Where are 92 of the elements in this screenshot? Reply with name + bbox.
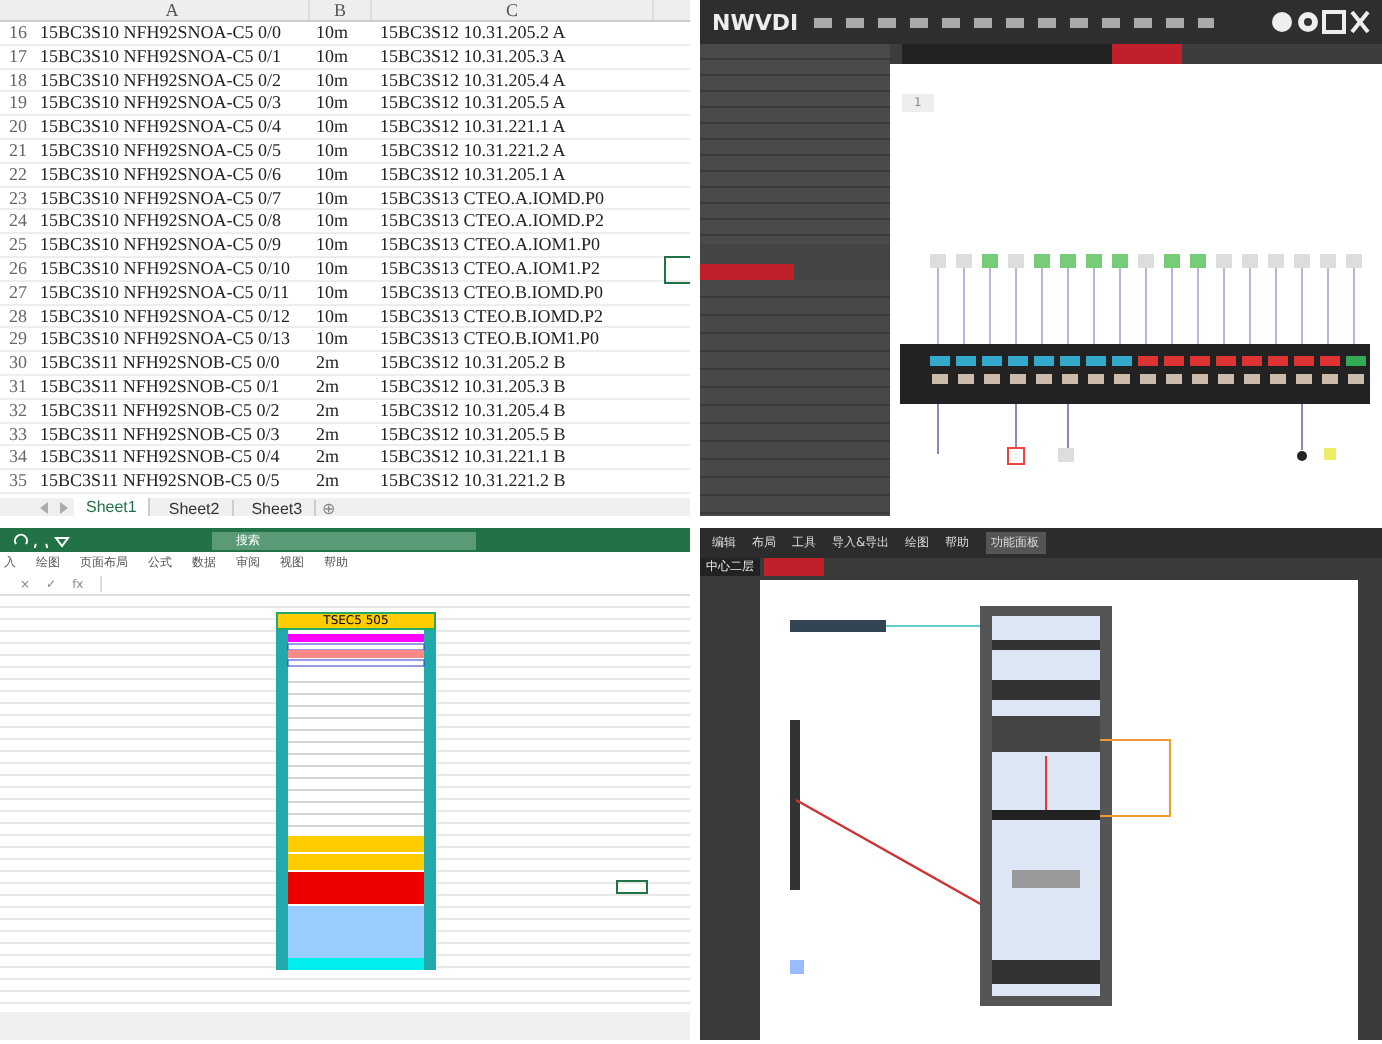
table-cell-text: 10m (314, 328, 351, 351)
row-number: 28 (7, 305, 29, 327)
table-cell-text: 10m (314, 45, 351, 68)
table-cell-text: 2m (314, 423, 342, 445)
table-cell-text: 15BC3S12 10.31.205.4 B (378, 399, 568, 422)
sheet-tab[interactable]: Sheet3 (239, 499, 317, 516)
table-cell-text: 15BC3S12 10.31.205.3 B (378, 375, 568, 398)
table-cell-text: 10m (314, 305, 351, 327)
table-cell-text: 15BC3S12 10.31.205.5 B (378, 423, 568, 445)
column-header[interactable]: B (310, 0, 372, 20)
table-cell-text: 15BC3S13 CTEO.B.IOMD.P0 (378, 281, 606, 304)
sheet-nav-icon[interactable] (40, 502, 68, 515)
table-cell-text: 10m (314, 257, 351, 280)
table-cell-text: 15BC3S10 NFH92SNOA-C5 0/3 (38, 92, 284, 115)
row-number: 20 (7, 116, 29, 138)
table-cell-text: 15BC3S10 NFH92SNOA-C5 0/6 (38, 163, 284, 186)
row-number: 31 (7, 375, 29, 398)
row-number: 21 (7, 139, 29, 162)
toolbar-icons-drawing[interactable] (1270, 10, 1370, 34)
table-cell-text: 15BC3S10 NFH92SNOA-C5 0/1 (38, 45, 284, 68)
row-number: 17 (7, 45, 29, 68)
row-number: 29 (7, 328, 29, 351)
column-header[interactable]: C (372, 0, 654, 20)
table-cell-text: 15BC3S12 10.31.205.1 A (378, 163, 568, 186)
table-cell-text: 15BC3S13 CTEO.A.IOM1.P2 (378, 257, 603, 280)
table-cell-text: 15BC3S12 10.31.205.4 A (378, 69, 568, 91)
table-cell-text: 2m (314, 446, 342, 469)
table-cell-text: 10m (314, 116, 351, 138)
row-number: 24 (7, 210, 29, 233)
app-logo: NWVDI (712, 9, 799, 35)
table-cell-text: 15BC3S12 10.31.205.3 A (378, 45, 568, 68)
table-cell-text: 15BC3S11 NFH92SNOB-C5 0/2 (38, 399, 282, 422)
table-cell-text: 15BC3S11 NFH92SNOB-C5 0/5 (38, 470, 282, 492)
column-header[interactable]: A (36, 0, 310, 20)
table-cell-text: 2m (314, 470, 342, 492)
sheet-tab[interactable]: Sheet1 (74, 497, 151, 516)
table-cell-text: 15BC3S12 10.31.205.2 B (378, 352, 568, 374)
table-cell-text: 15BC3S13 CTEO.B.IOM1.P0 (378, 328, 602, 351)
table-cell-text: 10m (314, 187, 351, 209)
row-number: 26 (7, 257, 29, 280)
table-cell-text: 15BC3S10 NFH92SNOA-C5 0/7 (38, 187, 284, 209)
row-number: 34 (7, 446, 29, 469)
table-cell-text: 15BC3S11 NFH92SNOB-C5 0/0 (38, 352, 282, 374)
table-cell-text: 2m (314, 399, 342, 422)
row-number: 19 (7, 92, 29, 115)
table-cell-text: 15BC3S10 NFH92SNOA-C5 0/8 (38, 210, 284, 233)
table-cell-text: 10m (314, 22, 351, 44)
sheet-tab[interactable]: Sheet2 (156, 499, 234, 516)
table-cell-text: 10m (314, 163, 351, 186)
menu-bar[interactable] (814, 17, 1214, 27)
table-cell-text: 15BC3S12 10.31.221.1 B (378, 446, 568, 469)
table-cell-text: 15BC3S13 CTEO.B.IOMD.P2 (378, 305, 606, 327)
row-number: 27 (7, 281, 29, 304)
table-cell-text: 10m (314, 281, 351, 304)
table-cell-text: 15BC3S10 NFH92SNOA-C5 0/10 (38, 257, 293, 280)
table-cell-text: 15BC3S10 NFH92SNOA-C5 0/2 (38, 69, 284, 91)
table-cell-text: 15BC3S10 NFH92SNOA-C5 0/12 (38, 305, 293, 327)
row-number: 18 (7, 69, 29, 91)
table-cell-text: 10m (314, 210, 351, 233)
row-number: 25 (7, 234, 29, 256)
row-number: 32 (7, 399, 29, 422)
table-cell-text: 15BC3S11 NFH92SNOB-C5 0/1 (38, 375, 282, 398)
table-cell-text: 15BC3S10 NFH92SNOA-C5 0/11 (38, 281, 292, 304)
quick-access-icons[interactable] (12, 532, 72, 548)
table-cell-text: 15BC3S13 CTEO.A.IOMD.P2 (378, 210, 607, 233)
row-number: 33 (7, 423, 29, 445)
table-cell-text: 10m (314, 92, 351, 115)
table-cell-text: 15BC3S12 10.31.205.5 A (378, 92, 568, 115)
table-cell-text: 15BC3S13 CTEO.A.IOMD.P0 (378, 187, 607, 209)
table-cell-text: 15BC3S10 NFH92SNOA-C5 0/9 (38, 234, 284, 256)
table-cell-text: 15BC3S10 NFH92SNOA-C5 0/0 (38, 22, 284, 44)
table-cell-text: 15BC3S10 NFH92SNOA-C5 0/13 (38, 328, 293, 351)
table-cell-text: 15BC3S11 NFH92SNOB-C5 0/4 (38, 446, 282, 469)
table-cell-text: 15BC3S10 NFH92SNOA-C5 0/5 (38, 139, 284, 162)
table-cell-text: 10m (314, 234, 351, 256)
table-cell-text: 15BC3S12 10.31.205.2 A (378, 22, 568, 44)
table-cell-text: 2m (314, 352, 342, 374)
table-cell-text: 2m (314, 375, 342, 398)
table-cell-text: 15BC3S12 10.31.221.2 A (378, 139, 568, 162)
table-cell-text: 10m (314, 69, 351, 91)
table-cell-text: 15BC3S12 10.31.221.1 A (378, 116, 568, 138)
row-number: 35 (7, 470, 29, 492)
table-cell-text: 10m (314, 139, 351, 162)
table-cell-text: 15BC3S10 NFH92SNOA-C5 0/4 (38, 116, 284, 138)
row-number: 23 (7, 187, 29, 209)
table-cell-text: 15BC3S11 NFH92SNOB-C5 0/3 (38, 423, 282, 445)
row-number: 16 (7, 22, 29, 44)
table-cell-text: 15BC3S12 10.31.221.2 B (378, 470, 568, 492)
row-number: 22 (7, 163, 29, 186)
table-cell-text: 15BC3S13 CTEO.A.IOM1.P0 (378, 234, 603, 256)
breadcrumb-bar[interactable] (902, 44, 1182, 64)
row-number: 30 (7, 352, 29, 374)
